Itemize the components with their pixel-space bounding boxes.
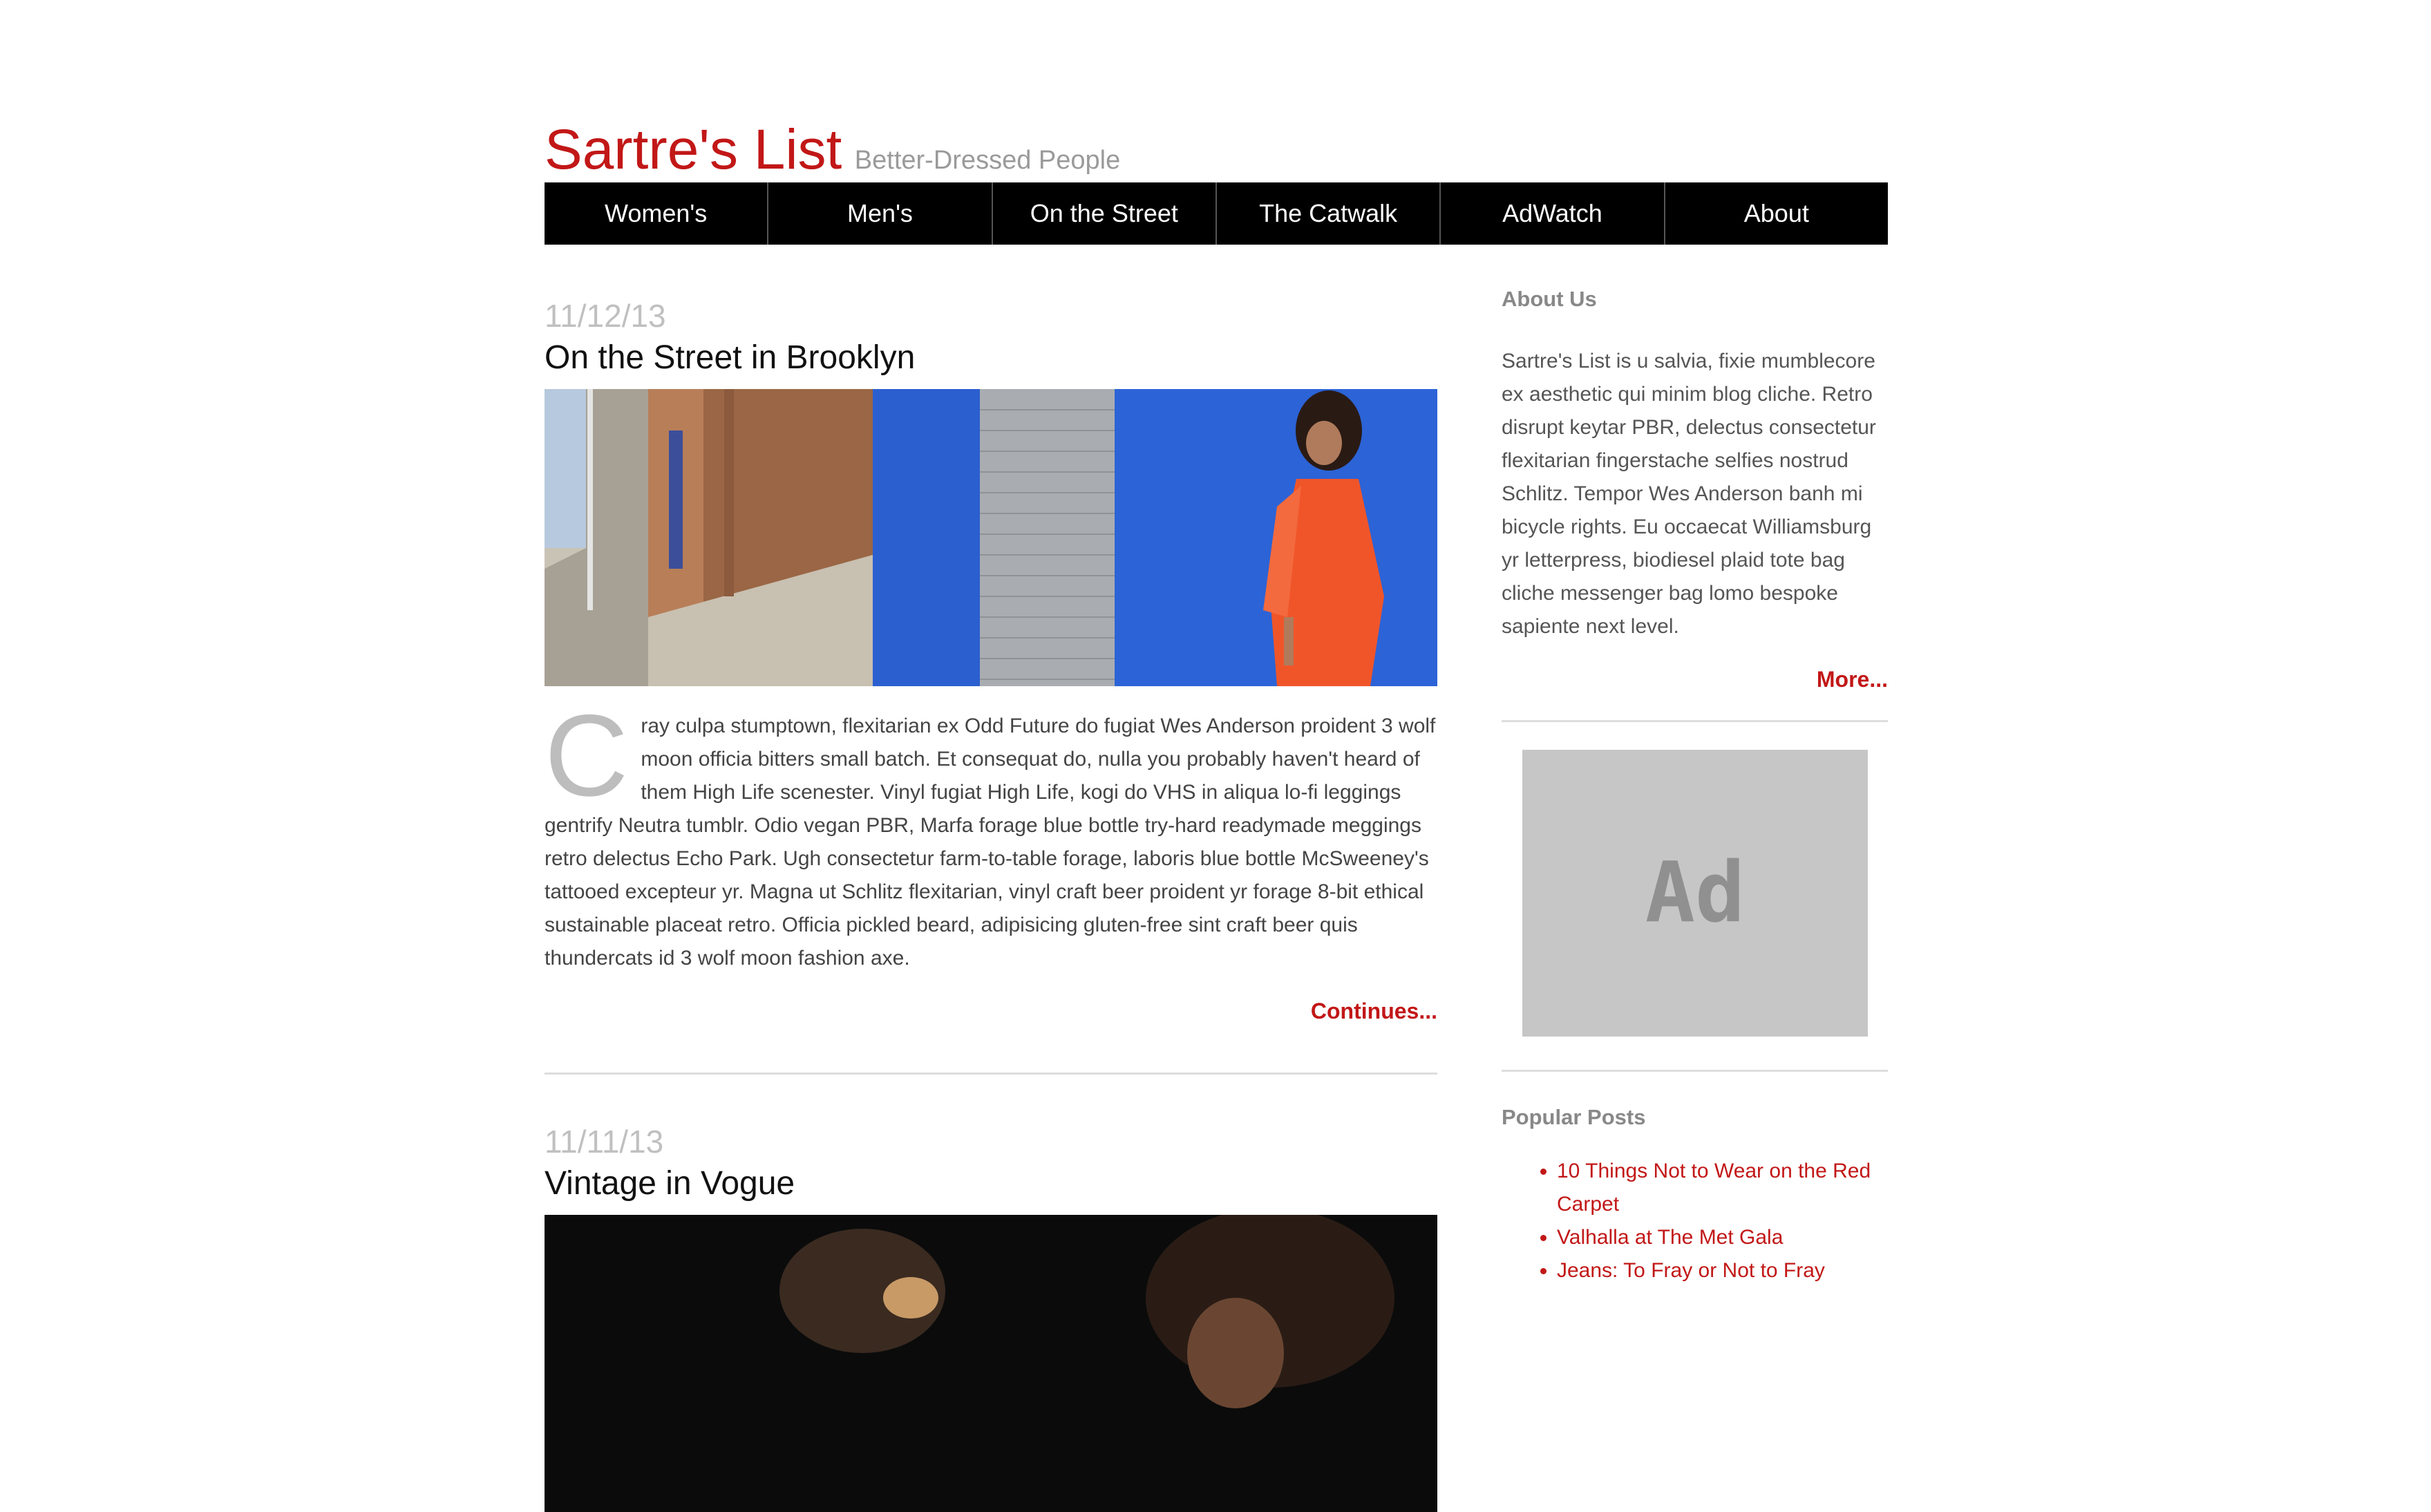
site-tagline: Better-Dressed People bbox=[854, 146, 1121, 175]
nav-about[interactable]: About bbox=[1665, 182, 1888, 245]
list-item: 10 Things Not to Wear on the Red Carpet bbox=[1557, 1155, 1888, 1221]
post-title[interactable]: On the Street in Brooklyn bbox=[545, 339, 1437, 377]
nav-on-the-street[interactable]: On the Street bbox=[993, 182, 1217, 245]
post-body-text: ray culpa stumptown, flexitarian ex Odd … bbox=[545, 715, 1436, 970]
main-content: 11/12/13 On the Street in Brooklyn C ray… bbox=[545, 297, 1437, 1512]
nav-mens[interactable]: Men's bbox=[768, 182, 993, 245]
continue-link[interactable]: Continues... bbox=[545, 999, 1437, 1024]
nav-adwatch[interactable]: AdWatch bbox=[1441, 182, 1665, 245]
list-item: Jeans: To Fray or Not to Fray bbox=[1557, 1254, 1888, 1287]
popular-link[interactable]: 10 Things Not to Wear on the Red Carpet bbox=[1557, 1160, 1871, 1216]
street-photo bbox=[545, 389, 1437, 686]
more-link[interactable]: More... bbox=[1502, 667, 1888, 692]
about-heading: About Us bbox=[1502, 287, 1597, 311]
sidebar-divider bbox=[1502, 720, 1888, 722]
post-divider bbox=[545, 1072, 1437, 1075]
popular-heading: Popular Posts bbox=[1502, 1105, 1646, 1129]
post-date: 11/12/13 bbox=[545, 298, 666, 334]
post-image[interactable] bbox=[545, 1215, 1437, 1512]
popular-list: 10 Things Not to Wear on the Red Carpet … bbox=[1502, 1155, 1888, 1287]
nav-womens[interactable]: Women's bbox=[545, 182, 769, 245]
list-item: Valhalla at The Met Gala bbox=[1557, 1221, 1888, 1254]
post-body: Cray culpa stumptown, flexitarian ex Odd… bbox=[545, 690, 1437, 975]
site-header: Sartre's List Better-Dressed People bbox=[545, 117, 1120, 182]
about-text: Sartre's List is u salvia, fixie mumblec… bbox=[1502, 350, 1876, 638]
site-title[interactable]: Sartre's List bbox=[545, 118, 842, 181]
popular-link[interactable]: Valhalla at The Met Gala bbox=[1557, 1226, 1783, 1249]
post: 11/11/13 Vintage in Vogue bbox=[545, 1123, 1437, 1512]
post-image[interactable] bbox=[545, 389, 1437, 686]
ad-placeholder[interactable]: Ad bbox=[1522, 750, 1868, 1037]
post-dropcap: C bbox=[545, 690, 629, 820]
main-nav: Women's Men's On the Street The Catwalk … bbox=[545, 182, 1888, 245]
nav-the-catwalk[interactable]: The Catwalk bbox=[1217, 182, 1441, 245]
vogue-photo bbox=[545, 1215, 1437, 1512]
post-date: 11/11/13 bbox=[545, 1124, 664, 1160]
post-title[interactable]: Vintage in Vogue bbox=[545, 1164, 1437, 1202]
popular-link[interactable]: Jeans: To Fray or Not to Fray bbox=[1557, 1259, 1825, 1282]
post: 11/12/13 On the Street in Brooklyn C ray… bbox=[545, 297, 1437, 1075]
sidebar-divider bbox=[1502, 1070, 1888, 1072]
sidebar: About Us Sartre's List is u salvia, fixi… bbox=[1502, 287, 1888, 1287]
ad-label: Ad bbox=[1645, 845, 1746, 941]
